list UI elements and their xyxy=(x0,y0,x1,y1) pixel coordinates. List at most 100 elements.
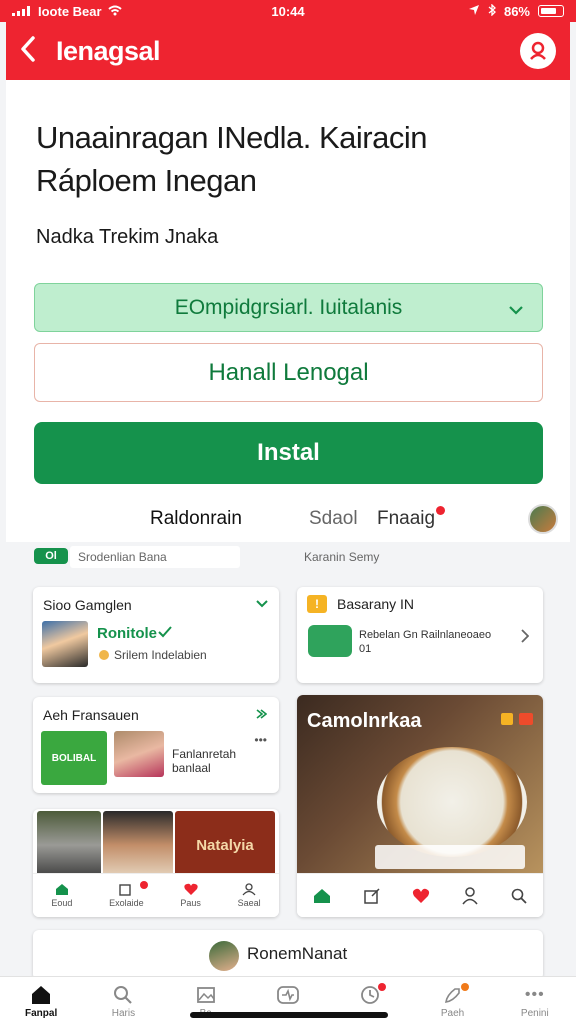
notification-dot xyxy=(460,983,469,991)
mini-nav-label: Eoud xyxy=(51,898,73,908)
nav-label: Paeh xyxy=(440,1008,465,1019)
notification-dot xyxy=(436,506,445,515)
dropdown-value: EOmpidgrsiarl. Iuitalanis xyxy=(174,295,403,319)
nav-search[interactable]: Haris xyxy=(93,985,153,1019)
rocket-icon xyxy=(444,988,460,1003)
gallery-photo-3: Natalyia xyxy=(175,811,275,879)
mini-nav-label: Saeal xyxy=(237,898,261,908)
home-tab[interactable]: Eoud xyxy=(51,883,72,908)
more-icon: ••• xyxy=(524,986,545,1003)
item-line-2: banlaal xyxy=(172,761,211,775)
home-icon xyxy=(55,884,68,895)
gallery-photo-1 xyxy=(37,811,101,879)
sun-icon xyxy=(501,713,513,725)
notification-dot xyxy=(378,983,387,991)
nav-launch[interactable]: Paeh xyxy=(423,983,483,1019)
gallery-card[interactable]: Natalyia Eoud Exolaide Paus Saeal xyxy=(33,809,279,917)
profile-card[interactable]: Sioo Gamglen Ronitole Srilem Indelabien xyxy=(33,587,279,683)
activity-icon xyxy=(277,986,299,1004)
save-tab[interactable]: Saeal xyxy=(238,883,261,908)
bluetooth-icon xyxy=(488,2,496,19)
contact-name: RonemNanat xyxy=(247,944,348,963)
search-icon xyxy=(114,986,133,1004)
card-desc: Rebelan Gn Railnlaneoaeo xyxy=(359,629,492,641)
explore-tab[interactable]: Exolaide xyxy=(109,881,148,908)
carrier-label: Ioote Bear xyxy=(38,3,102,19)
app-thumbnail xyxy=(308,625,352,657)
user-icon xyxy=(242,883,256,896)
secondary-button[interactable]: Hanall Lenogal xyxy=(34,343,543,402)
chevron-down-icon xyxy=(508,298,524,322)
filter-bar: Ol Srodenlian Bana Karanin Semy xyxy=(28,546,548,568)
option-dropdown[interactable]: EOmpidgrsiarl. Iuitalanis xyxy=(34,283,543,332)
heart-icon[interactable] xyxy=(412,888,430,904)
feature-card[interactable]: Camolnrkaa xyxy=(297,695,543,917)
app-bar: Ienagsal xyxy=(6,22,570,80)
install-button[interactable]: Instal xyxy=(34,422,543,484)
nav-home[interactable]: Fanpal xyxy=(11,985,71,1019)
home-icon[interactable] xyxy=(313,888,331,904)
profile-photo xyxy=(42,621,88,667)
avatar[interactable] xyxy=(528,504,558,534)
wifi-icon xyxy=(107,4,122,19)
notification-dot xyxy=(139,881,148,889)
mini-nav-label: Exolaide xyxy=(109,898,144,908)
tab-third[interactable]: Fnaaig xyxy=(377,508,435,530)
person-photo xyxy=(114,731,164,777)
subheading: Nadka Trekim Jnaka xyxy=(36,226,219,248)
list-card[interactable]: Aeh Fransauen BOLIBAL Fanlanretah banlaa… xyxy=(33,697,279,793)
page-title: Ienagsal xyxy=(56,35,161,66)
nav-label: Fanpal xyxy=(25,1008,58,1019)
item-line-1: Fanlanretah xyxy=(172,747,237,761)
rating-bar xyxy=(375,845,525,869)
card-title: Aeh Fransauen xyxy=(43,707,139,723)
coin-icon xyxy=(99,650,109,660)
nav-activity[interactable] xyxy=(258,985,318,1005)
profile-button[interactable] xyxy=(520,33,556,69)
nav-more[interactable]: ••• Penini xyxy=(505,985,565,1019)
food-plate xyxy=(377,747,527,857)
home-icon xyxy=(32,986,51,1004)
check-icon xyxy=(158,626,172,638)
contact-card[interactable]: RonemNanat xyxy=(33,930,543,980)
nav-history[interactable] xyxy=(340,983,400,1005)
battery-percent: 86% xyxy=(503,3,530,19)
more-icon[interactable]: ••• xyxy=(254,733,267,747)
status-bar: Ioote Bear 10:44 86% xyxy=(0,0,576,22)
filter-field[interactable]: Srodenlian Bana xyxy=(70,546,240,568)
share-icon xyxy=(119,884,132,896)
person-icon xyxy=(530,41,546,60)
mini-nav-label: Paus xyxy=(180,898,201,908)
app-card[interactable]: ! Basarany IN Rebelan Gn Railnlaneoaeo 0… xyxy=(297,587,543,683)
filter-chip[interactable]: Ol xyxy=(34,548,68,564)
camera-icon[interactable] xyxy=(519,713,533,725)
clock-icon xyxy=(361,986,380,1004)
avatar xyxy=(209,941,239,971)
home-indicator[interactable] xyxy=(190,1012,388,1018)
card-name: Ronitole xyxy=(97,625,157,642)
share-icon[interactable] xyxy=(363,887,380,904)
back-arrow-icon[interactable] xyxy=(20,35,36,67)
warning-icon: ! xyxy=(307,595,327,613)
pause-tab[interactable]: Paus xyxy=(180,883,201,908)
card-mini-nav: Eoud Exolaide Paus Saeal xyxy=(33,873,279,917)
headline: Unaainragan INedla. Kairacin Ráploem Ine… xyxy=(36,120,427,199)
filter-right-label: Karanin Semy xyxy=(304,550,380,564)
chevron-right-icon[interactable] xyxy=(521,629,529,643)
card-title: Sioo Gamglen xyxy=(43,597,132,613)
tab-second[interactable]: Sdaol xyxy=(309,508,358,530)
user-icon[interactable] xyxy=(462,886,478,905)
card-mini-nav xyxy=(297,873,543,917)
card-title: Basarany IN xyxy=(337,596,415,612)
tab-bar: Raldonrain Sdaol Fnaaig xyxy=(6,498,570,542)
gallery-photo-2 xyxy=(103,811,173,879)
card-meta: Srilem Indelabien xyxy=(114,648,207,662)
heart-icon xyxy=(183,883,198,895)
brand-logo: BOLIBAL xyxy=(41,731,107,785)
tab-first[interactable]: Raldonrain xyxy=(150,508,242,530)
nav-label: Penini xyxy=(520,1008,549,1019)
search-icon[interactable] xyxy=(511,888,527,904)
arrow-right-icon[interactable] xyxy=(255,708,267,720)
chevron-down-icon[interactable] xyxy=(255,599,269,609)
battery-icon xyxy=(538,5,564,17)
